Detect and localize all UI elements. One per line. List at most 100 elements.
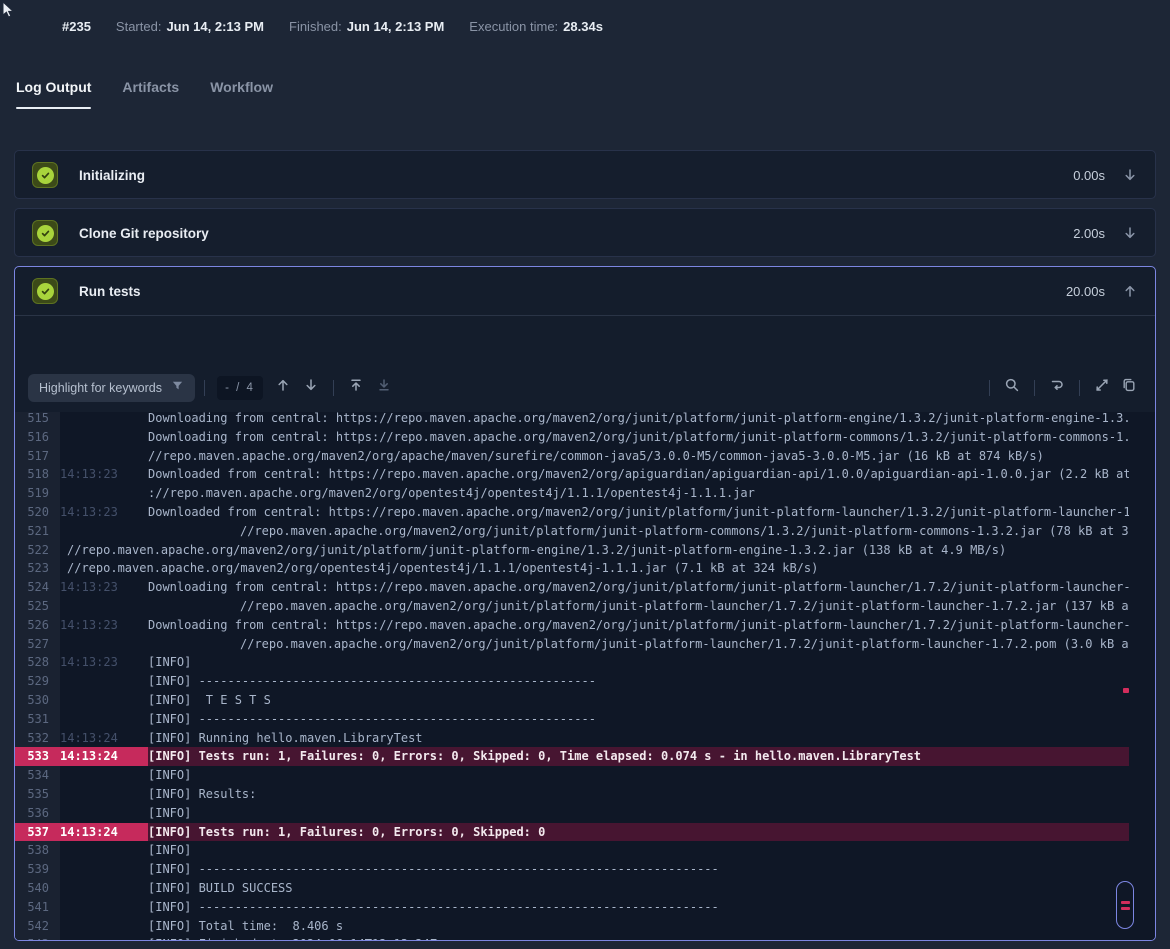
line-text: [INFO] Running hello.maven.LibraryTest [148, 729, 1129, 748]
log-line: 536 [INFO] [15, 804, 1129, 823]
line-timestamp: 14:13:24 [60, 823, 148, 842]
line-text: [INFO] ---------------------------------… [148, 860, 1129, 879]
line-number[interactable]: 532 [15, 729, 60, 748]
line-number[interactable]: 524 [15, 578, 60, 597]
log-line: 529[INFO] ------------------------------… [15, 672, 1129, 691]
search-button[interactable] [999, 375, 1025, 401]
line-number[interactable]: 522 [15, 541, 60, 560]
wrap-lines-button[interactable] [1044, 375, 1070, 401]
line-timestamp [60, 898, 148, 917]
step-header-clone-git[interactable]: Clone Git repository 2.00s [15, 209, 1155, 257]
chevron-down-icon[interactable] [1122, 167, 1138, 183]
log-line: 540[INFO] BUILD SUCCESS [15, 879, 1129, 898]
line-text: //repo.maven.apache.org/maven2/org/junit… [148, 522, 1129, 541]
line-number[interactable]: 538 [15, 841, 60, 860]
scroll-to-top-button[interactable] [343, 375, 369, 401]
line-timestamp: 14:13:24 [60, 729, 148, 748]
log-line: 522//repo.maven.apache.org/maven2/org/ju… [15, 541, 1129, 560]
line-number[interactable]: 519 [15, 484, 60, 503]
step-duration: 0.00s [1073, 168, 1105, 183]
expand-button[interactable] [1089, 375, 1115, 401]
line-number[interactable]: 528 [15, 653, 60, 672]
header-divider [15, 315, 1155, 316]
line-timestamp [60, 522, 148, 541]
step-header-initializing[interactable]: Initializing 0.00s [15, 151, 1155, 199]
chevron-up-icon[interactable] [1122, 283, 1138, 299]
line-timestamp [60, 428, 148, 447]
active-tab-underline [16, 107, 91, 110]
line-number[interactable]: 521 [15, 522, 60, 541]
tab-workflow[interactable]: Workflow [210, 79, 273, 109]
started-value: Jun 14, 2:13 PM [166, 19, 264, 34]
line-timestamp [60, 412, 148, 428]
line-text: [INFO] ---------------------------------… [148, 898, 1129, 917]
line-timestamp: 14:13:23 [60, 503, 148, 522]
copy-button[interactable] [1116, 375, 1142, 401]
line-number[interactable]: 523 [15, 559, 60, 578]
log-line: 52414:13:23Downloading from central: htt… [15, 578, 1129, 597]
marker-dash [1121, 901, 1130, 904]
line-number[interactable]: 530 [15, 691, 60, 710]
line-number[interactable]: 515 [15, 412, 60, 428]
line-text: [INFO] [148, 804, 1129, 823]
line-number[interactable]: 527 [15, 635, 60, 654]
line-number[interactable]: 537 [15, 823, 60, 842]
tab-log-output[interactable]: Log Output [16, 79, 91, 109]
line-number[interactable]: 540 [15, 879, 60, 898]
log-line: 517 //repo.maven.apache.org/maven2/org/ap… [15, 447, 1129, 466]
line-text: [INFO] Finished at: 2024-06-14T12:13:24Z [148, 935, 1129, 940]
line-number[interactable]: 533 [15, 747, 60, 766]
line-number[interactable]: 543 [15, 935, 60, 940]
line-number[interactable]: 531 [15, 710, 60, 729]
scroll-to-bottom-button[interactable] [371, 375, 397, 401]
wrap-lines-icon [1049, 377, 1065, 398]
copy-icon [1121, 377, 1137, 398]
step-header-run-tests[interactable]: Run tests 20.00s [15, 267, 1155, 315]
previous-match-button[interactable] [270, 375, 296, 401]
line-number[interactable]: 534 [15, 766, 60, 785]
mouse-cursor [1, 1, 17, 19]
step-title: Clone Git repository [79, 226, 1073, 241]
log-viewport[interactable]: 515 Downloading from central: https://rep… [15, 412, 1155, 940]
log-lines: 515 Downloading from central: https://rep… [15, 412, 1129, 940]
line-text: //repo.maven.apache.org/maven2/org/junit… [60, 541, 1129, 560]
line-number[interactable]: 525 [15, 597, 60, 616]
log-line: 52014:13:23Downloaded from central: http… [15, 503, 1129, 522]
log-line: 53714:13:24[INFO] Tests run: 1, Failures… [15, 823, 1129, 842]
line-number[interactable]: 539 [15, 860, 60, 879]
line-number[interactable]: 520 [15, 503, 60, 522]
line-number[interactable]: 535 [15, 785, 60, 804]
tab-artifacts[interactable]: Artifacts [122, 79, 179, 109]
line-number[interactable]: 529 [15, 672, 60, 691]
scrollbar-handle[interactable] [1116, 881, 1134, 929]
line-number[interactable]: 516 [15, 428, 60, 447]
highlight-keywords-button[interactable]: Highlight for keywords [28, 374, 195, 402]
match-counter[interactable]: - / 4 [217, 376, 263, 400]
step-duration: 20.00s [1066, 284, 1105, 299]
execution-time-value: 28.34s [563, 19, 603, 34]
line-number[interactable]: 542 [15, 917, 60, 936]
line-timestamp [60, 766, 148, 785]
step-title: Run tests [79, 284, 1066, 299]
line-number[interactable]: 517 [15, 447, 60, 466]
line-number[interactable]: 518 [15, 465, 60, 484]
line-number[interactable]: 536 [15, 804, 60, 823]
tab-bar: Log Output Artifacts Workflow [16, 79, 273, 109]
chevron-down-icon[interactable] [1122, 225, 1138, 241]
log-line: 516 Downloading from central: https://rep… [15, 428, 1129, 447]
log-line: 531 [INFO] ------------------------------… [15, 710, 1129, 729]
expand-icon [1094, 377, 1110, 398]
line-number[interactable]: 526 [15, 616, 60, 635]
line-text: ://repo.maven.apache.org/maven2/org/open… [148, 484, 1129, 503]
line-text: [INFO] [148, 653, 1129, 672]
started-label: Started: [116, 19, 162, 34]
log-line: 527//repo.maven.apache.org/maven2/org/ju… [15, 635, 1129, 654]
line-text: [INFO] ---------------------------------… [148, 710, 1129, 729]
next-match-button[interactable] [298, 375, 324, 401]
line-number[interactable]: 541 [15, 898, 60, 917]
line-text: Downloading from central: https://repo.m… [148, 412, 1129, 428]
line-text: //repo.maven.apache.org/maven2/org/apach… [148, 447, 1129, 466]
log-line: 539 [INFO] ------------------------------… [15, 860, 1129, 879]
line-timestamp [60, 785, 148, 804]
line-text: Downloading from central: https://repo.m… [148, 428, 1129, 447]
